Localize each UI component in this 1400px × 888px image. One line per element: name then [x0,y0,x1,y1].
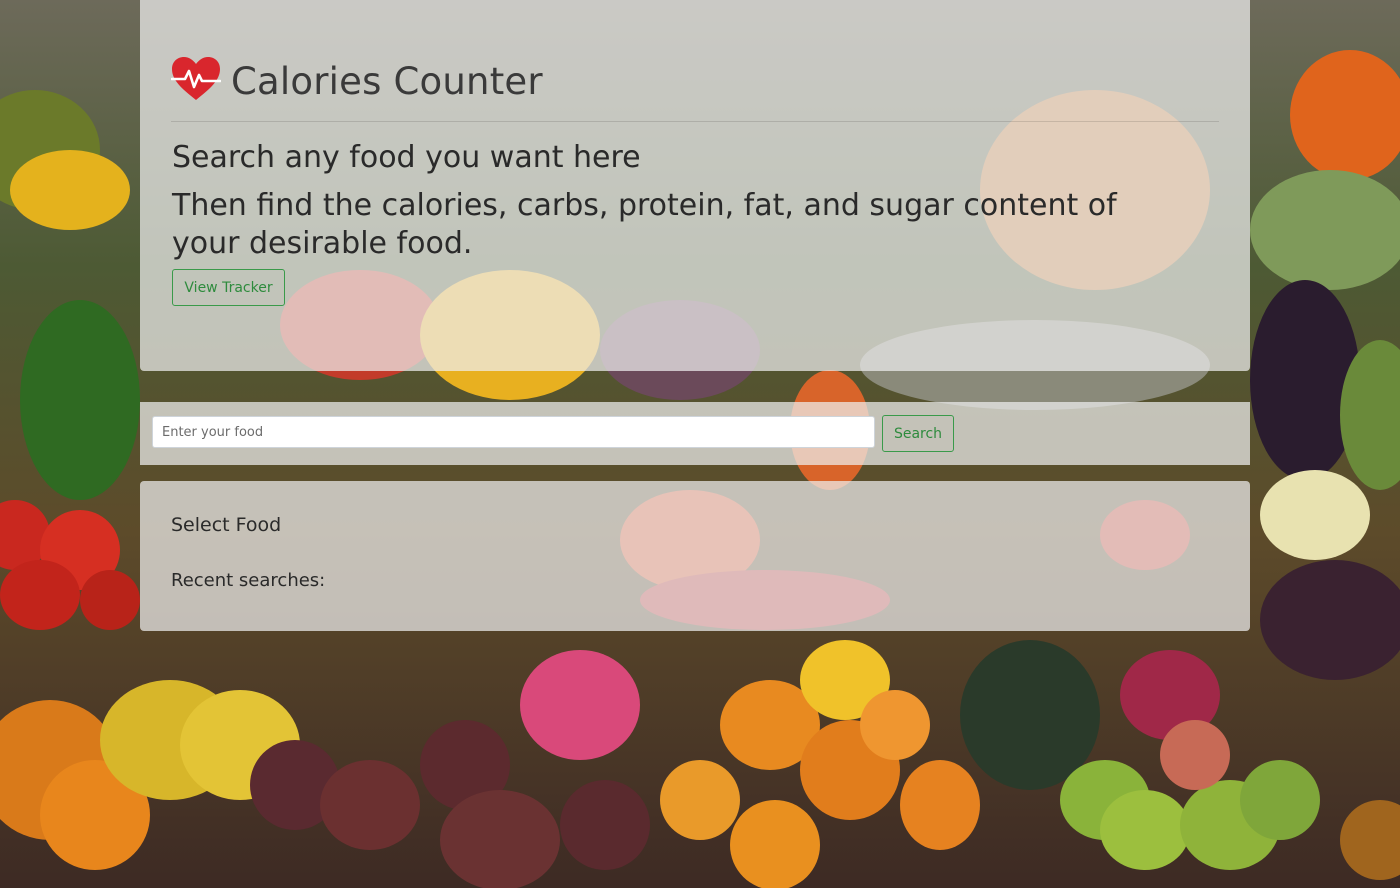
recent-searches-label: Recent searches: [171,570,326,591]
hero-description: Then find the calories, carbs, protein, … [172,188,1117,261]
brand: Calories Counter [170,56,543,106]
search-panel: Search [140,402,1250,465]
search-button[interactable]: Search [882,415,954,452]
divider [171,121,1219,122]
select-food-label: Select Food [171,514,282,536]
view-tracker-button[interactable]: View Tracker [172,269,285,306]
app-title: Calories Counter [231,59,543,103]
heartbeat-icon [170,56,222,106]
hero-heading: Search any food you want here [172,140,641,175]
hero-panel: Calories Counter [140,0,1250,371]
results-panel [140,481,1250,631]
food-search-input[interactable] [152,416,875,448]
